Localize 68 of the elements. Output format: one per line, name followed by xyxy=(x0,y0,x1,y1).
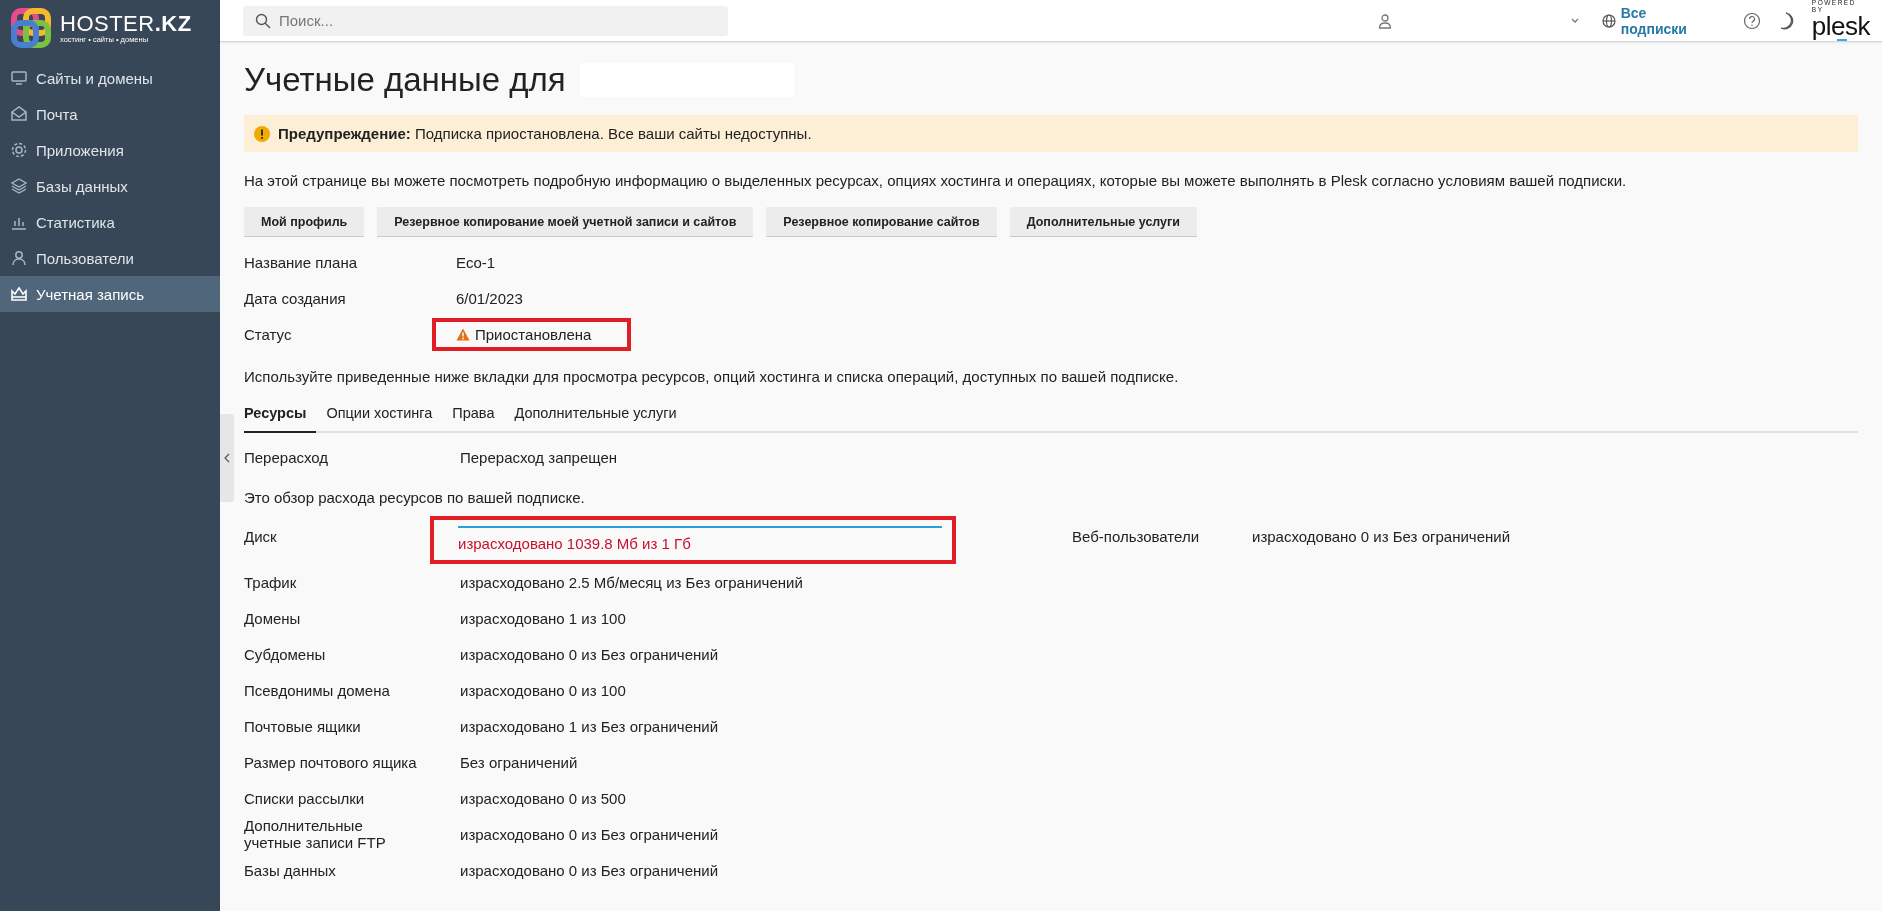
detail-label: Статус xyxy=(244,325,293,343)
tab[interactable]: Дополнительные услуги xyxy=(504,405,687,431)
resource-value: израсходовано 0 из Без ограничений xyxy=(460,825,718,843)
user-icon xyxy=(10,249,28,267)
resource-label: Почтовые ящики xyxy=(244,717,362,735)
tab[interactable]: Опции хостинга xyxy=(316,405,443,431)
resource-value: израсходовано 1 из 100 xyxy=(460,609,626,627)
resource-value: израсходовано 0 из 100 xyxy=(460,681,626,699)
sidebar-item[interactable]: Базы данных xyxy=(0,168,220,204)
sidebar-item[interactable]: Почта xyxy=(0,96,220,132)
resource-value: Без ограничений xyxy=(460,753,578,771)
resource-value: израсходовано 0 из Без ограничений xyxy=(460,861,718,879)
tab[interactable]: Права xyxy=(442,405,505,431)
monitor-icon xyxy=(10,69,28,87)
subscriptions-link[interactable]: Все подписки xyxy=(1601,4,1714,37)
moon-icon[interactable] xyxy=(1780,11,1795,30)
overuse-value: Перерасход запрещен xyxy=(460,448,619,466)
resource-value: израсходовано 0 из Без ограничений xyxy=(1252,527,1511,545)
logo-icon xyxy=(10,7,52,49)
resource-label: Трафик xyxy=(244,573,298,591)
overuse-label: Перерасход xyxy=(244,448,330,466)
gear-icon xyxy=(10,141,28,159)
resource-label: Дополнительные учетные записи FTP xyxy=(244,817,387,851)
sidebar-item[interactable]: Приложения xyxy=(0,132,220,168)
detail-label: Название плана xyxy=(244,253,359,271)
sidebar-item[interactable]: Статистика xyxy=(0,204,220,240)
sidebar-item[interactable]: Пользователи xyxy=(0,240,220,276)
action-button[interactable]: Резервное копирование сайтов xyxy=(766,207,997,237)
warning-icon xyxy=(456,327,470,341)
chevron-down-icon[interactable] xyxy=(1570,16,1581,25)
resource-value: израсходовано 0 из 500 xyxy=(460,789,626,807)
warning-text: Предупреждение: Подписка приостановлена. Все ваши сайты недоступны. xyxy=(278,125,812,142)
resource-value: израсходовано 2.5 Мб/месяц из Без ограничений xyxy=(460,573,803,591)
resource-label: Базы данных xyxy=(244,861,337,879)
overview-text: Это обзор расхода ресурсов по вашей подписке. xyxy=(244,489,586,506)
envelope-icon xyxy=(10,105,28,123)
user-icon[interactable] xyxy=(1378,12,1393,29)
resource-value: израсходовано 1039.8 Мб из 1 Гб xyxy=(458,535,692,552)
action-button[interactable]: Дополнительные услуги xyxy=(1009,207,1197,237)
tabs-intro-text: Используйте приведенные ниже вкладки для просмотра ресурсов, опций хостинга и списка операций, доступных по вашей подписке. xyxy=(244,368,1180,385)
page-title: Учетные данные для xyxy=(244,61,566,99)
collapse-handle[interactable] xyxy=(220,414,234,502)
logo-text: HOSTER.KZ xyxy=(60,12,192,35)
layers-icon xyxy=(10,177,28,195)
resource-label: Списки рассылки xyxy=(244,789,366,807)
resource-label: Домены xyxy=(244,609,302,627)
exclamation-icon xyxy=(254,125,270,142)
detail-value: 6/01/2023 xyxy=(456,289,523,307)
crown-icon xyxy=(10,285,28,303)
globe-icon xyxy=(1601,13,1616,28)
intro-text: На этой странице вы можете посмотреть подробную информацию о выделенных ресурсах, опциях хостинга и операциях, которые вы можете выполнять в Plesk согласно условиям вашей подписки. xyxy=(244,172,1628,191)
resource-label: Размер почтового ящика xyxy=(244,753,418,771)
resource-value: израсходовано 0 из Без ограничений xyxy=(460,645,718,663)
detail-value: Eco-1 xyxy=(456,253,496,271)
action-button[interactable]: Мой профиль xyxy=(244,207,365,237)
tab[interactable]: Ресурсы xyxy=(244,405,317,433)
resource-label: Субдомены xyxy=(244,645,327,663)
help-icon[interactable] xyxy=(1742,11,1761,30)
sidebar-item[interactable]: Учетная запись xyxy=(0,276,220,312)
sidebar-item[interactable]: Сайты и домены xyxy=(0,60,220,96)
resource-value: израсходовано 1 из Без ограничений xyxy=(460,717,718,735)
resource-label: Диск xyxy=(244,527,278,545)
detail-value: Приостановлена xyxy=(456,325,592,343)
action-button[interactable]: Резервное копирование моей учетной записи и сайтов xyxy=(377,207,754,237)
chevron-left-icon xyxy=(224,453,230,463)
resource-label: Псевдонимы домена xyxy=(244,681,391,699)
resource-label: Веб-пользователи xyxy=(1072,527,1200,545)
search-field[interactable]: Поиск... xyxy=(243,5,729,36)
